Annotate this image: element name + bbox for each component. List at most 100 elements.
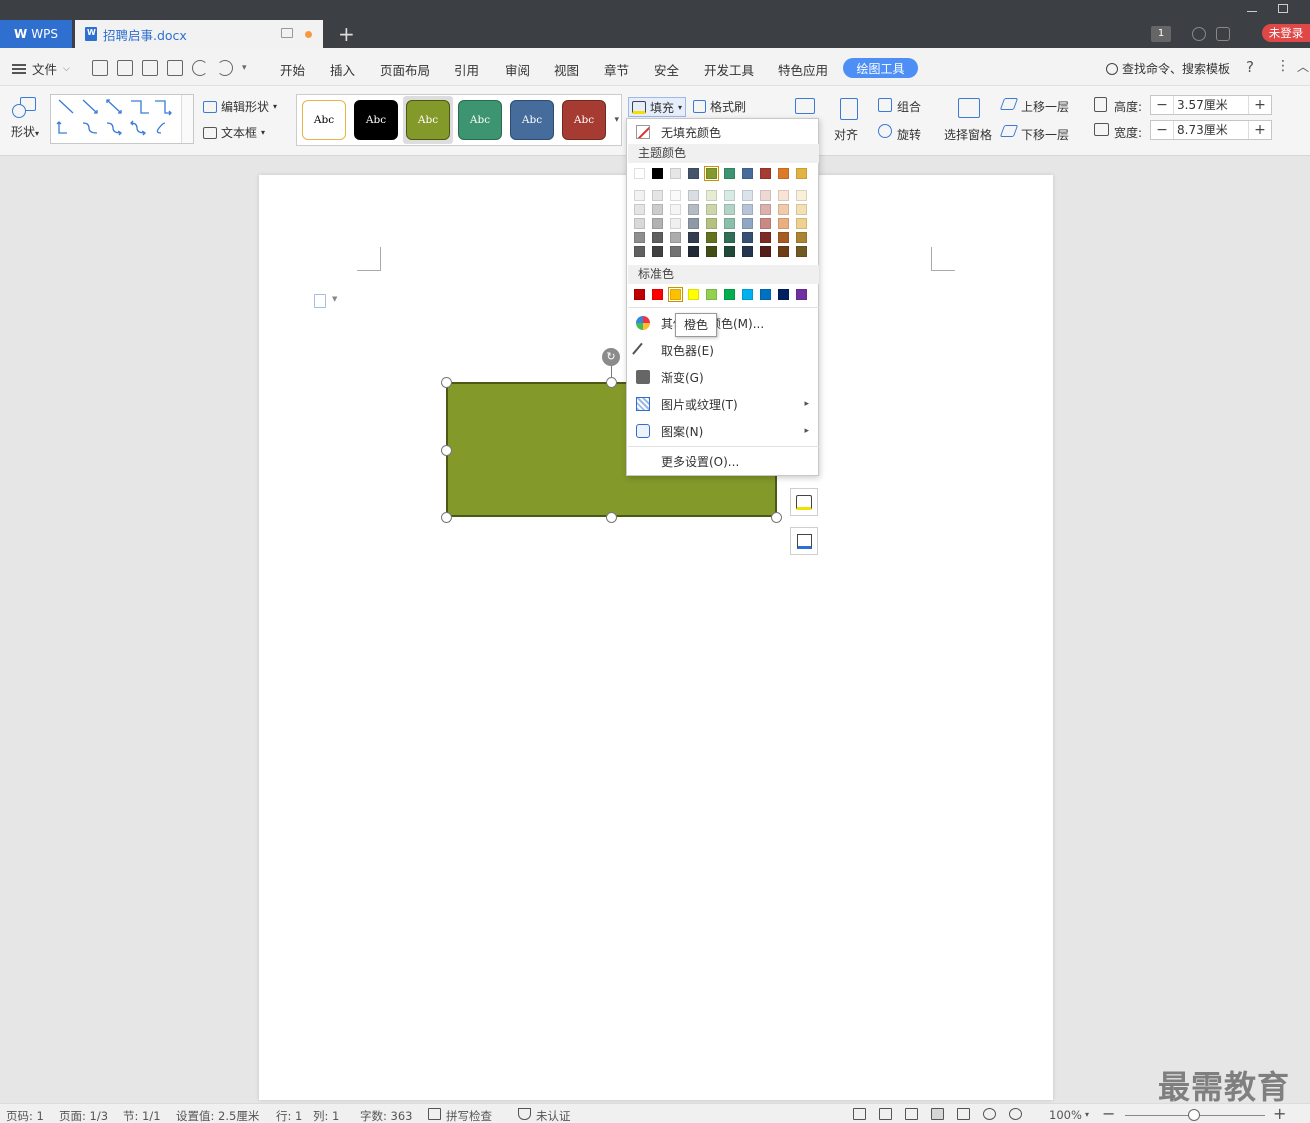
more-fill-colors-option[interactable]: 其他填充颜色(M)... xyxy=(627,311,818,335)
file-menu[interactable]: 文件 ⌵ xyxy=(12,59,70,78)
theme-color-swatch[interactable] xyxy=(760,168,771,179)
width-decrease-button[interactable]: − xyxy=(1151,122,1173,138)
shape-button[interactable]: 形状▾ xyxy=(10,97,40,140)
picture-texture-option[interactable]: 图片或纹理(T) ▸ xyxy=(627,392,818,416)
theme-shade-swatch[interactable] xyxy=(724,190,735,201)
theme-shade-swatch[interactable] xyxy=(796,190,807,201)
shirt-icon[interactable] xyxy=(1216,27,1230,41)
theme-color-swatch[interactable] xyxy=(742,168,753,179)
group-icon[interactable] xyxy=(878,98,892,112)
spell-check-icon[interactable] xyxy=(428,1108,441,1120)
minimize-button[interactable] xyxy=(1247,2,1257,12)
menu-special-apps[interactable]: 特色应用 xyxy=(778,60,828,79)
theme-shade-swatch[interactable] xyxy=(634,190,645,201)
height-stepper[interactable]: − 3.57厘米 + xyxy=(1150,95,1272,115)
menu-drawing-tools[interactable]: 绘图工具 xyxy=(843,58,918,78)
align-button-label[interactable]: 对齐 xyxy=(834,126,858,143)
style-swatch-2[interactable]: Abc xyxy=(354,100,398,140)
width-value[interactable]: 8.73厘米 xyxy=(1173,121,1249,139)
resize-handle-bottom-right[interactable] xyxy=(771,512,782,523)
height-decrease-button[interactable]: − xyxy=(1151,97,1173,113)
paragraph-layout-icon[interactable] xyxy=(314,294,326,308)
theme-shade-swatch[interactable] xyxy=(742,190,753,201)
theme-shade-swatch[interactable] xyxy=(688,232,699,243)
theme-shade-swatch[interactable] xyxy=(742,204,753,215)
gallery-scrollbar[interactable] xyxy=(181,95,193,143)
theme-shade-swatch[interactable] xyxy=(778,190,789,201)
theme-color-swatch[interactable] xyxy=(704,166,719,181)
zoom-level[interactable]: 100% xyxy=(1049,1108,1082,1122)
theme-shade-swatch[interactable] xyxy=(760,246,771,257)
unsaved-dot-icon[interactable] xyxy=(305,31,312,38)
skin-icon[interactable] xyxy=(1192,27,1206,41)
theme-shade-swatch[interactable] xyxy=(706,204,717,215)
send-backward-label[interactable]: 下移一层 xyxy=(1021,126,1069,143)
theme-color-swatch[interactable] xyxy=(634,168,645,179)
login-button[interactable]: 未登录 xyxy=(1262,24,1310,42)
theme-shade-swatch[interactable] xyxy=(796,218,807,229)
theme-shade-swatch[interactable] xyxy=(670,204,681,215)
menu-references[interactable]: 引用 xyxy=(454,60,479,79)
theme-shade-swatch[interactable] xyxy=(688,218,699,229)
window-count-badge[interactable]: 1 xyxy=(1151,26,1171,42)
menu-insert[interactable]: 插入 xyxy=(330,60,355,79)
resize-handle-bottom[interactable] xyxy=(606,512,617,523)
paragraph-caret-icon[interactable]: ▼ xyxy=(332,295,337,303)
theme-shade-swatch[interactable] xyxy=(760,232,771,243)
theme-color-swatch[interactable] xyxy=(778,168,789,179)
resize-handle-top[interactable] xyxy=(606,377,617,388)
menu-page-layout[interactable]: 页面布局 xyxy=(380,60,430,79)
tab-document[interactable]: 招聘启事.docx xyxy=(75,20,323,48)
standard-color-swatch[interactable] xyxy=(724,289,735,300)
theme-shade-swatch[interactable] xyxy=(724,232,735,243)
print-icon[interactable] xyxy=(142,60,158,76)
theme-shade-swatch[interactable] xyxy=(724,246,735,257)
rotate-icon[interactable] xyxy=(878,124,892,138)
theme-shade-swatch[interactable] xyxy=(706,218,717,229)
float-outline-button[interactable] xyxy=(790,527,818,555)
bring-forward-label[interactable]: 上移一层 xyxy=(1021,98,1069,115)
outline-view-icon[interactable] xyxy=(957,1108,970,1120)
align-icon[interactable] xyxy=(840,98,858,120)
status-spell-check[interactable]: 拼写检查 xyxy=(446,1108,492,1123)
new-tab-button[interactable]: + xyxy=(338,22,355,46)
theme-shade-swatch[interactable] xyxy=(796,246,807,257)
width-increase-button[interactable]: + xyxy=(1249,122,1271,138)
standard-color-swatch[interactable] xyxy=(652,289,663,300)
help-icon[interactable]: ? xyxy=(1246,58,1254,76)
pattern-option[interactable]: 图案(N) ▸ xyxy=(627,419,818,443)
theme-shade-swatch[interactable] xyxy=(778,246,789,257)
more-settings-option[interactable]: 更多设置(O)... xyxy=(627,449,818,473)
textbox-button[interactable]: 文本框 ▾ xyxy=(203,124,265,141)
menu-developer[interactable]: 开发工具 xyxy=(704,60,754,79)
menu-chapter[interactable]: 章节 xyxy=(604,60,629,79)
selection-pane-icon[interactable] xyxy=(958,98,980,118)
menu-view[interactable]: 视图 xyxy=(554,60,579,79)
zoom-dropdown-icon[interactable]: ▾ xyxy=(1085,1110,1089,1119)
resize-handle-bottom-left[interactable] xyxy=(441,512,452,523)
theme-shade-swatch[interactable] xyxy=(706,190,717,201)
theme-shade-swatch[interactable] xyxy=(688,246,699,257)
format-painter-icon[interactable] xyxy=(117,60,133,76)
theme-shade-swatch[interactable] xyxy=(760,204,771,215)
no-fill-option[interactable]: 无填充颜色 xyxy=(627,120,818,144)
theme-shade-swatch[interactable] xyxy=(742,246,753,257)
theme-color-swatch[interactable] xyxy=(688,168,699,179)
resize-handle-top-left[interactable] xyxy=(441,377,452,388)
eyedropper-option[interactable]: 取色器(E) xyxy=(627,338,818,362)
style-swatch-6[interactable]: Abc xyxy=(562,100,606,140)
theme-shade-swatch[interactable] xyxy=(634,246,645,257)
theme-shade-swatch[interactable] xyxy=(670,218,681,229)
styles-more-icon[interactable]: ▾ xyxy=(614,115,619,125)
theme-shade-swatch[interactable] xyxy=(634,232,645,243)
style-swatch-4[interactable]: Abc xyxy=(458,100,502,140)
maximize-button[interactable] xyxy=(1278,4,1288,13)
zoom-out-button[interactable]: − xyxy=(1102,1104,1115,1123)
theme-shade-swatch[interactable] xyxy=(652,218,663,229)
theme-color-swatch[interactable] xyxy=(796,168,807,179)
theme-shade-swatch[interactable] xyxy=(706,246,717,257)
save-icon[interactable] xyxy=(92,60,108,76)
group-button-label[interactable]: 组合 xyxy=(897,98,921,115)
theme-shade-swatch[interactable] xyxy=(742,218,753,229)
standard-color-swatch[interactable] xyxy=(760,289,771,300)
